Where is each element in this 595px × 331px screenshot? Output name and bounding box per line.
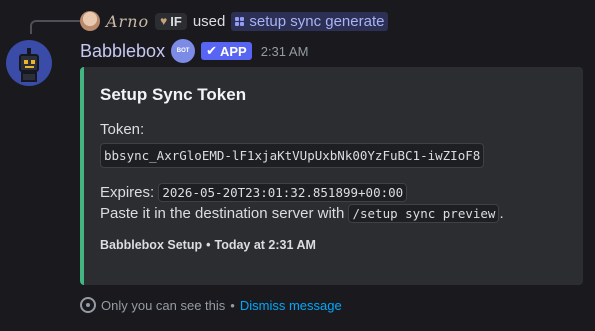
slash-command-icon	[235, 16, 245, 26]
embed-footer: Babblebox Setup • Today at 2:31 AM	[100, 238, 567, 252]
author-name[interactable]: Babblebox	[80, 41, 165, 62]
bot-avatar[interactable]	[6, 40, 52, 86]
expires-line: Expires: 2026-05-20T23:01:32.851899+00:0…	[100, 182, 567, 203]
footer-source: Babblebox Setup	[100, 238, 203, 252]
preview-command-code: /setup sync preview	[348, 204, 500, 223]
robot-mouth	[25, 66, 34, 68]
embed-description: Token: bbsync_AxrGloEMD-lF1xjaKtVUpUxbNk…	[100, 119, 567, 224]
expires-label: Expires:	[100, 184, 155, 201]
reply-user-name[interactable]: Arno	[106, 12, 149, 31]
check-icon: ✔	[206, 43, 217, 58]
paste-line: Paste it in the destination server with …	[100, 203, 567, 224]
embed-title: Setup Sync Token	[100, 85, 247, 104]
eye-icon	[80, 297, 96, 313]
robot-head	[19, 54, 39, 72]
app-tag: ✔ APP	[201, 42, 252, 60]
server-tag[interactable]: ♥ IF	[155, 12, 187, 30]
expires-code: 2026-05-20T23:01:32.851899+00:00	[158, 183, 408, 202]
app-tag-label: APP	[219, 43, 247, 59]
embed-card: Setup Sync Token Token: bbsync_AxrGloEMD…	[80, 67, 583, 285]
command-mention[interactable]: setup sync generate	[231, 11, 389, 31]
reply-preview[interactable]: Arno ♥ IF used setup sync generate	[80, 10, 389, 32]
reply-spine	[30, 20, 80, 34]
robot-eye	[31, 60, 35, 64]
used-text: used	[192, 12, 226, 30]
reply-user-avatar[interactable]	[80, 11, 100, 31]
server-tag-label: IF	[170, 13, 182, 29]
ephemeral-notice: Only you can see this • Dismiss message	[80, 296, 342, 314]
token-code: bbsync_AxrGloEMD-lF1xjaKtVUpUxbNk00YzFuB…	[100, 143, 485, 168]
paste-text: Paste it in the destination server with	[100, 205, 345, 222]
dismiss-message-link[interactable]: Dismiss message	[240, 298, 342, 313]
heart-icon: ♥	[160, 14, 168, 28]
message-timestamp[interactable]: 2:31 AM	[261, 44, 309, 59]
ephemeral-text: Only you can see this	[101, 297, 226, 313]
token-label: Token:	[100, 121, 145, 138]
bot-badge-icon[interactable]: BOT	[171, 39, 196, 63]
paste-end: .	[499, 205, 504, 222]
command-name: setup sync generate	[249, 12, 385, 30]
footer-separator: •	[206, 238, 211, 252]
footer-time: Today at 2:31 AM	[214, 238, 316, 252]
robot-eye	[24, 60, 28, 64]
message-header: Babblebox BOT ✔ APP 2:31 AM	[80, 38, 308, 64]
robot-body	[21, 72, 37, 82]
ephemeral-separator: •	[230, 297, 235, 313]
